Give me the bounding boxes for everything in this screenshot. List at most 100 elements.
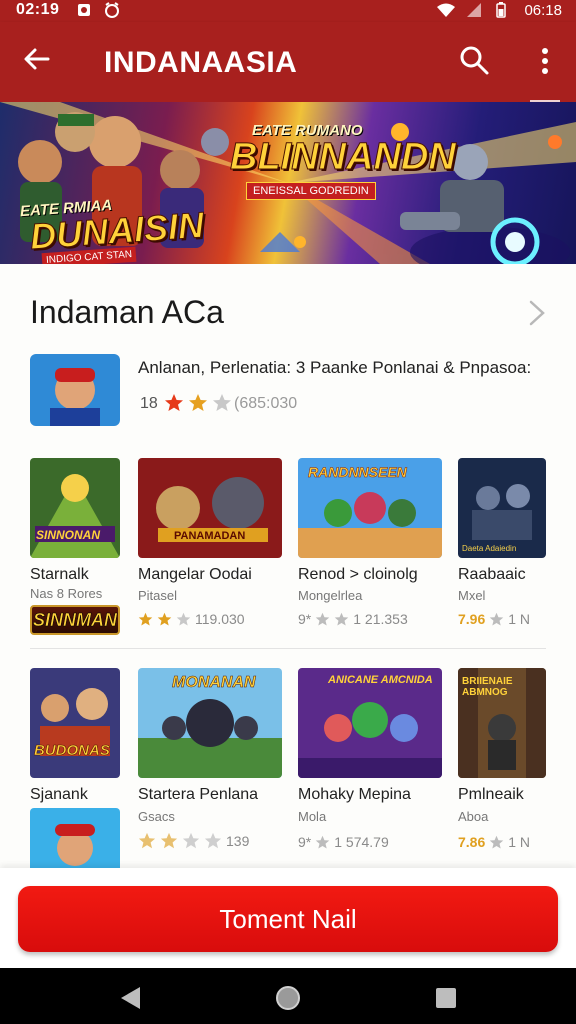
app-count: 1 N [508,834,531,850]
star-icon [157,612,172,625]
app-thumbnail: ANICANE AMCNIDA [298,668,442,778]
search-icon[interactable] [458,44,490,76]
status-bar: 02:19 06:18 [0,0,576,22]
app-count: 1 574.79 [334,834,389,850]
star-icon [138,612,153,625]
app-title: INDANAASIA [104,46,298,79]
app-card[interactable]: MONANAN Startera Penlana Gsacs 139 [138,668,284,858]
app-meta: 139 [138,832,249,850]
thumbnail-label: Daeta Adaiedin [462,544,517,553]
star-empty-icon [315,835,330,848]
app-subtitle: Mxel [458,588,486,603]
thumbnail-label: ANICANE AMCNIDA [328,674,433,686]
chevron-right-icon[interactable] [526,298,548,328]
row-divider [30,648,546,649]
app-name: Raabaaic [458,566,526,583]
app-meta: 7.96 1 N [458,611,530,627]
signal-icon [467,3,481,17]
app-thumbnail: BUDONAS [30,668,120,778]
app-count: 1 21.353 [353,611,408,627]
featured-stars [164,393,232,413]
app-subtitle: Nas 8 Rores [30,586,103,601]
app-meta: 9* 1 574.79 [298,834,389,850]
alarm-icon [105,2,119,18]
app-thumbnail: MONANAN [138,668,282,778]
featured-description: Anlanan, Perlenatia: 3 Paanke Ponlanai &… [138,358,532,377]
star-half-icon [189,394,207,411]
thumbnail-label: PANAMADAN [174,530,246,542]
status-clock-right: 06:18 [524,2,562,19]
app-meta: 119.030 [138,611,245,627]
install-button[interactable]: Toment Nail [18,886,558,952]
thumbnail-label: SINNONAN [36,528,101,542]
app-subtitle: Aboa [458,809,489,824]
app-bar: INDANAASIA [0,22,576,102]
app-name: Sjanank [30,786,88,803]
app-card[interactable]: ANICANE AMCNIDA Mohaky Mepina Mola 9* 1 … [298,668,444,858]
app-name: Pmlneaik [458,786,524,803]
app-name: Starnalk [30,566,89,583]
app-thumbnail: BRIIENAIE ABMNOG [458,668,546,778]
featured-count: (685:030 [234,395,298,412]
thumbnail-label: BRIIENAIE ABMNOG [462,676,513,698]
star-empty-icon [315,612,330,625]
banner-right-title: BLINNANDN [230,136,457,179]
app-name: Renod > cloinolg [298,566,418,583]
app-card[interactable]: BUDONAS Sjanank [30,668,122,804]
app-subtitle: Pitasel [138,588,178,603]
app-card[interactable]: SINNONAN Starnalk Nas 8 Rores [30,458,122,608]
app-rating: 9* [298,611,312,627]
app-subtitle: Gsacs [138,809,175,824]
star-empty-icon [182,832,200,849]
app-card[interactable]: PANAMADAN Mangelar Oodai Pitasel 119.030 [138,458,284,638]
app-rating: 9* [298,834,312,850]
star-empty-icon [490,612,504,625]
mini-banner[interactable]: SINNMAN [30,605,120,635]
app-name: Mohaky Mepina [298,786,411,803]
app-card[interactable]: Daeta Adaiedin Raabaaic Mxel 7.96 1 N [458,458,548,638]
app-card[interactable]: RANDNNSEEN Renod > cloinolg Mongelrlea 9… [298,458,444,638]
app-name: Startera Penlana [138,786,259,803]
app-subtitle: Mongelrlea [298,588,363,603]
battery-icon [496,2,506,18]
notification-icon [78,4,90,16]
star-empty-icon [213,394,231,411]
app-subtitle: Mola [298,809,327,824]
back-arrow-icon[interactable] [22,44,52,74]
star-icon [138,832,156,849]
featured-app-icon[interactable] [30,354,120,426]
app-thumbnail: RANDNNSEEN [298,458,442,558]
star-empty-icon [176,612,191,625]
app-rating: 7.86 [458,834,486,850]
featured-rating: 18 [140,395,158,412]
star-empty-icon [204,832,222,849]
nav-back-icon[interactable] [118,985,144,1011]
banner-right-tag: ENEISSAL GODREDIN [246,182,376,200]
mini-tile[interactable] [30,808,120,872]
app-thumbnail: PANAMADAN [138,458,282,558]
star-empty-icon [334,612,349,625]
app-meta: 9* 1 21.353 [298,611,408,627]
thumbnail-label: BUDONAS [34,742,110,760]
app-name: Mangelar Oodai [138,566,252,583]
nav-home-icon[interactable] [274,984,302,1012]
app-count: 119.030 [195,611,245,627]
app-count: 139 [226,833,250,849]
screen: 02:19 06:18 INDANAASIA EATE RMIAA DUNAIS… [0,0,576,1024]
section-title: Indaman ACa [30,294,224,330]
star-icon [165,394,183,411]
status-time: 02:19 [16,1,60,18]
app-card[interactable]: BRIIENAIE ABMNOG Pmlneaik Aboa 7.86 1 N [458,668,548,858]
wifi-icon [437,3,455,17]
app-rating: 7.96 [458,611,486,627]
more-vert-icon[interactable] [532,46,558,76]
nav-recents-icon[interactable] [434,986,458,1010]
app-thumbnail: Daeta Adaiedin [458,458,546,558]
promo-banner[interactable]: EATE RMIAA DUNAISIN INDIGO CAT STAN EATE… [0,102,576,264]
app-meta: 7.86 1 N [458,834,530,850]
star-empty-icon [490,835,504,848]
thumbnail-label: RANDNNSEEN [308,464,407,481]
app-count: 1 N [508,611,531,627]
thumbnail-label: MONANAN [172,674,256,692]
star-icon [160,832,178,849]
